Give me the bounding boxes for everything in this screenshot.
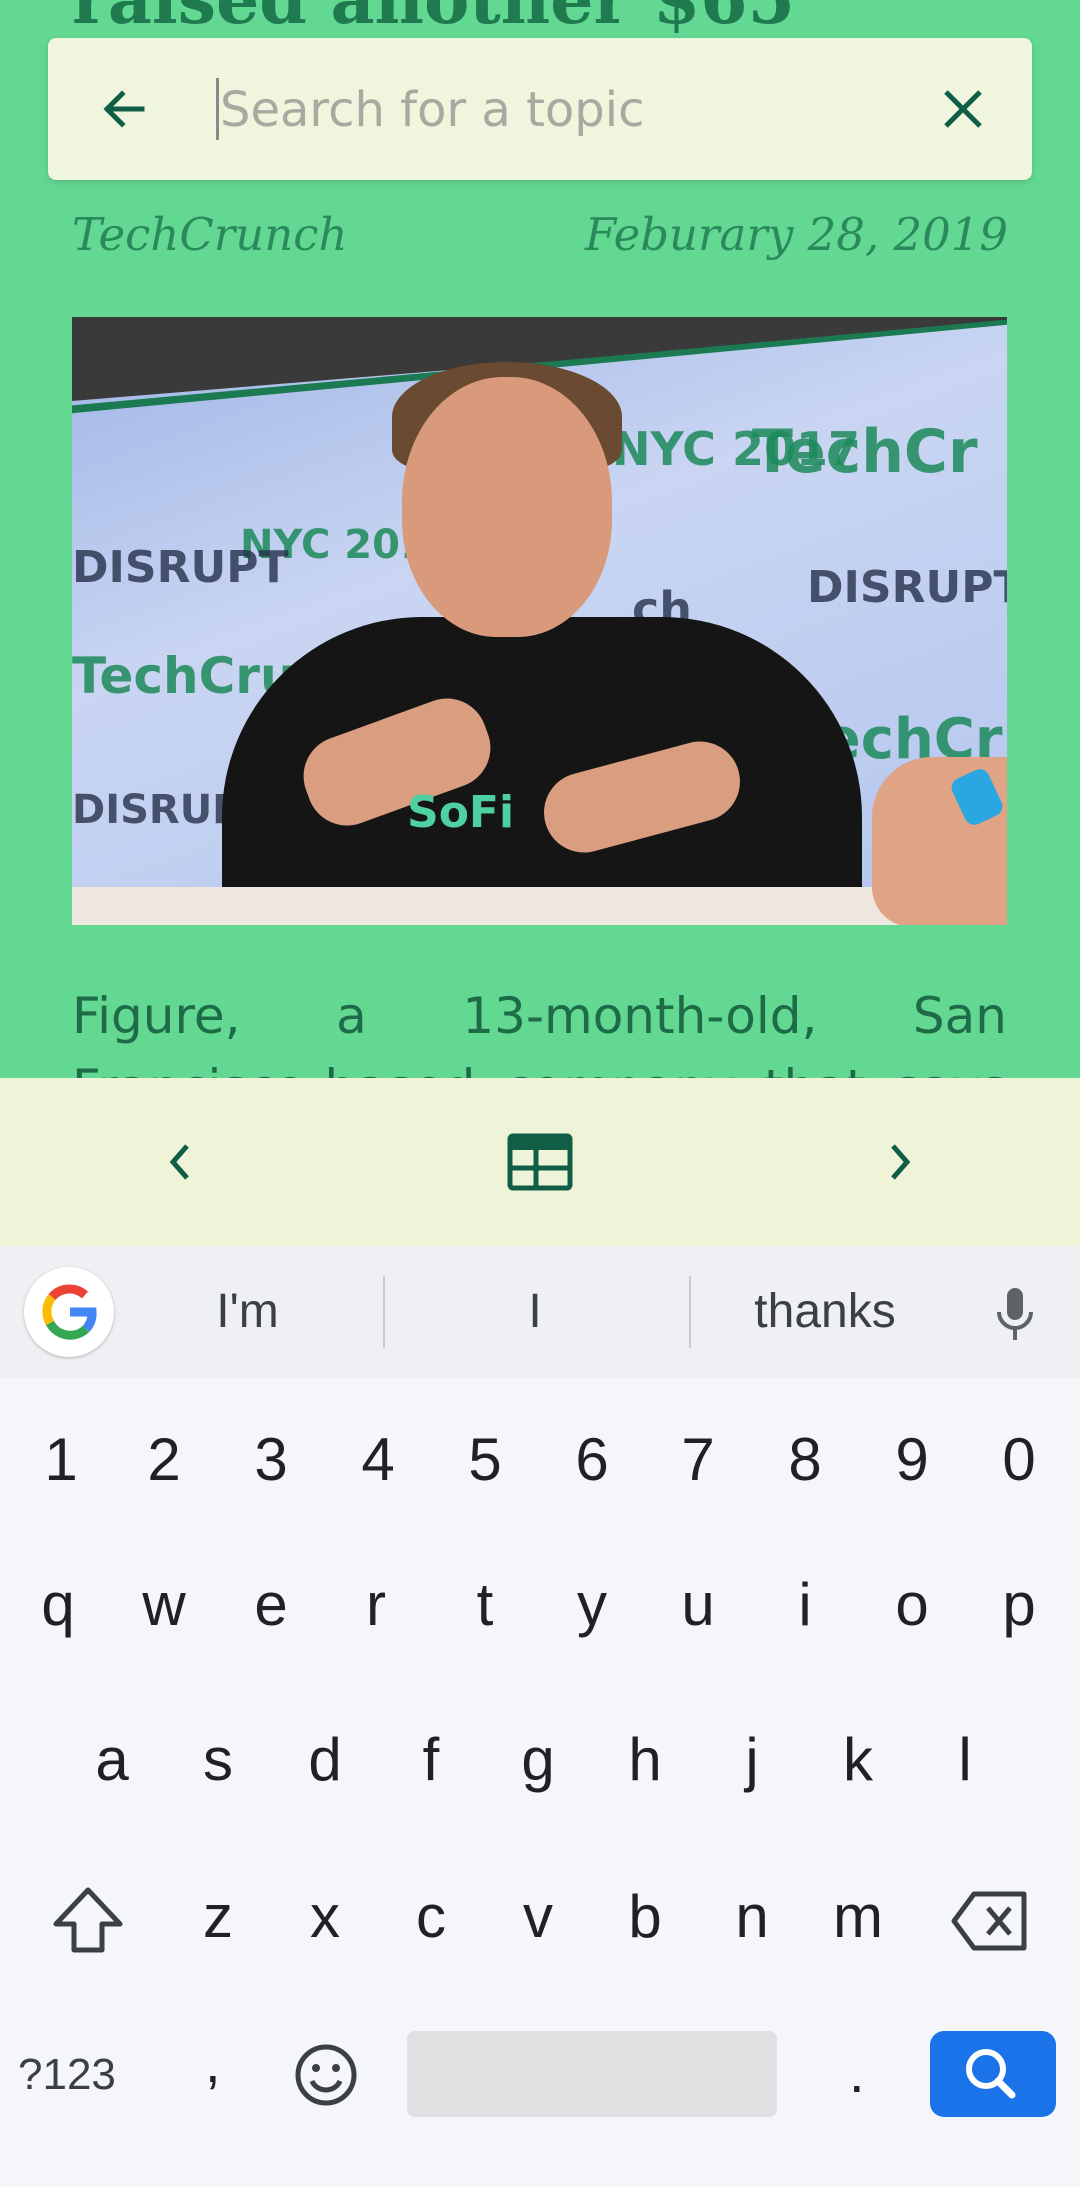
newspaper-icon[interactable] [500,1122,580,1202]
key-w[interactable]: w [119,1550,209,1660]
key-5[interactable]: 5 [440,1405,530,1515]
key-9[interactable]: 9 [867,1405,957,1515]
shirt-logo: SoFi [407,787,515,838]
search-input[interactable] [218,68,942,152]
key-u[interactable]: u [653,1550,743,1660]
article-body: Figure, a 13-month-old, San Francisco-ba… [72,980,1007,1078]
key-x[interactable]: x [280,1862,370,1972]
period-key[interactable]: . [849,2040,865,2105]
search-icon [966,2049,1016,2099]
chevron-right-icon[interactable] [860,1122,940,1202]
suggestion-strip: I'm I thanks [0,1246,1080,1378]
key-s[interactable]: s [173,1705,263,1815]
key-r[interactable]: r [331,1550,421,1660]
key-m[interactable]: m [813,1862,903,1972]
photo-bg-text: DISRUPT [807,562,1007,613]
key-y[interactable]: y [547,1550,637,1660]
article-headline: raised another $65 [72,0,795,40]
key-0[interactable]: 0 [974,1405,1064,1515]
key-1[interactable]: 1 [16,1405,106,1515]
key-c[interactable]: c [386,1862,476,1972]
search-bar [48,38,1032,180]
article-source[interactable]: TechCrunch [72,208,347,261]
emoji-icon[interactable] [293,2042,359,2108]
key-q[interactable]: q [13,1550,103,1660]
google-icon [42,1284,97,1340]
article-body-line: Francisco-based company that says [72,1052,1007,1078]
google-button[interactable] [24,1267,114,1357]
symbols-key[interactable]: ?123 [18,2050,116,2100]
key-i[interactable]: i [760,1550,850,1660]
key-2[interactable]: 2 [119,1405,209,1515]
key-v[interactable]: v [493,1862,583,1972]
key-k[interactable]: k [813,1705,903,1815]
suggestion-item[interactable]: I [440,1274,630,1350]
key-l[interactable]: l [920,1705,1010,1815]
key-d[interactable]: d [280,1705,370,1815]
key-4[interactable]: 4 [333,1405,423,1515]
shift-icon[interactable] [48,1880,128,1960]
key-p[interactable]: p [974,1550,1064,1660]
key-g[interactable]: g [493,1705,583,1815]
key-e[interactable]: e [226,1550,316,1660]
arrow-left-icon[interactable] [90,74,160,144]
key-f[interactable]: f [386,1705,476,1815]
key-j[interactable]: j [707,1705,797,1815]
space-bar[interactable] [407,2031,777,2117]
key-6[interactable]: 6 [547,1405,637,1515]
key-a[interactable]: a [67,1705,157,1815]
article-photo: NYC 2017 TechCr NYC 2017 DISRUPT DISRUPT… [72,317,1007,925]
photo-bg-text: TechCr [752,417,978,487]
key-t[interactable]: t [440,1550,530,1660]
photo-bg-text: DISRUPT [72,542,289,593]
search-key[interactable] [930,2031,1056,2117]
close-icon[interactable] [928,74,998,144]
backspace-icon[interactable] [950,1888,1030,1954]
comma-key[interactable]: , [205,2030,221,2095]
microphone-icon[interactable] [990,1286,1040,1342]
key-b[interactable]: b [600,1862,690,1972]
key-n[interactable]: n [707,1862,797,1972]
suggestion-item[interactable]: I'm [160,1274,335,1350]
bottom-navigation [0,1078,1080,1246]
key-o[interactable]: o [867,1550,957,1660]
key-h[interactable]: h [600,1705,690,1815]
suggestion-item[interactable]: thanks [720,1274,930,1350]
key-z[interactable]: z [173,1862,263,1972]
chevron-left-icon[interactable] [140,1122,220,1202]
key-3[interactable]: 3 [226,1405,316,1515]
key-8[interactable]: 8 [760,1405,850,1515]
article-body-line: Figure, a 13-month-old, San [72,987,1007,1045]
key-7[interactable]: 7 [653,1405,743,1515]
article-date: Feburary 28, 2019 [584,208,1008,261]
